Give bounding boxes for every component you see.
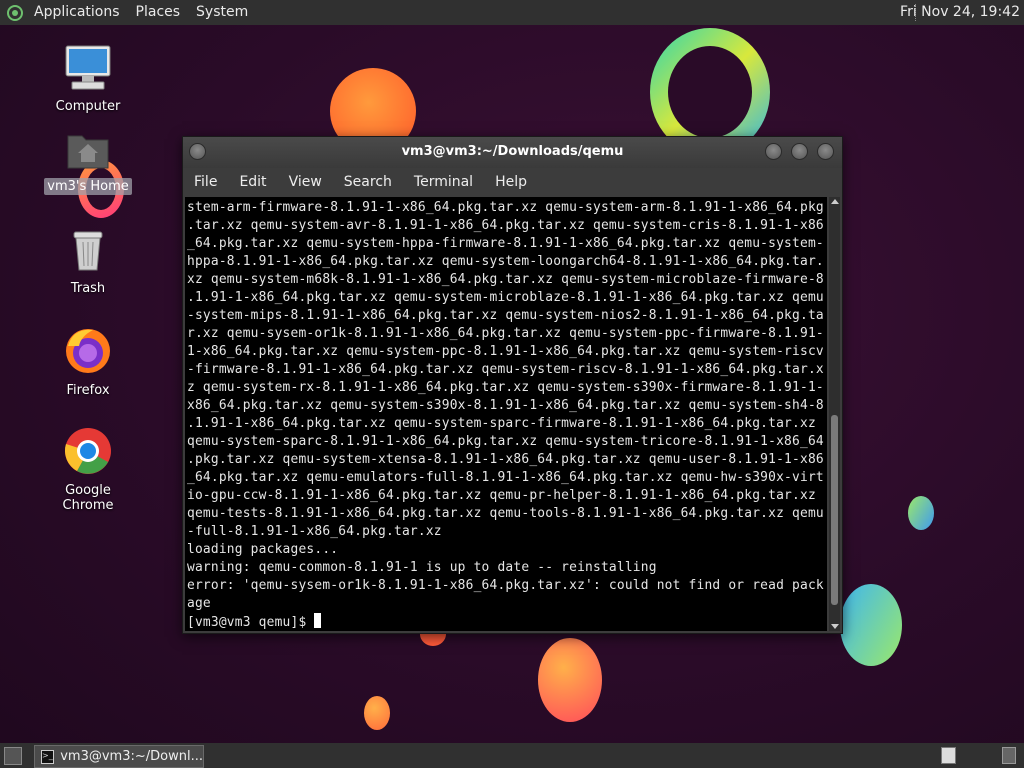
wallpaper-orange-egg <box>538 638 602 722</box>
window-titlebar[interactable]: vm3@vm3:~/Downloads/qemu <box>183 137 842 168</box>
menu-help[interactable]: Help <box>484 174 538 190</box>
menu-view[interactable]: View <box>278 174 333 190</box>
close-button[interactable] <box>817 143 834 160</box>
desktop-icon-home[interactable]: vm3's Home <box>38 128 138 195</box>
wallpaper-small-orange <box>364 696 390 730</box>
terminal-line: x86_64.pkg.tar.xz qemu-system-s390x-8.1.… <box>187 398 824 413</box>
menu-places[interactable]: Places <box>128 0 189 25</box>
menu-terminal[interactable]: Terminal <box>403 174 484 190</box>
terminal-line: age <box>187 596 211 611</box>
taskbar-label: vm3@vm3:~/Downl... <box>60 749 203 764</box>
desktop-icon-trash[interactable]: Trash <box>38 228 138 297</box>
firefox-icon <box>66 329 110 373</box>
menu-file[interactable]: File <box>183 174 228 190</box>
terminal-prompt: [vm3@vm3 qemu]$ <box>187 615 315 630</box>
terminal-scrollbar[interactable] <box>829 197 840 631</box>
terminal-line: -full-8.1.91-1-x86_64.pkg.tar.xz <box>187 524 442 539</box>
terminal-line: _64.pkg.tar.xz qemu-system-hppa-firmware… <box>187 236 824 251</box>
desktop-icon-label: Google Chrome <box>62 483 114 513</box>
terminal-line: qemu-system-sparc-8.1.91-1-x86_64.pkg.ta… <box>187 434 824 449</box>
terminal-line: warning: qemu-common-8.1.91-1 is up to d… <box>187 560 657 575</box>
bottom-panel: >_ vm3@vm3:~/Downl... <box>0 743 1024 768</box>
terminal-line: loading packages... <box>187 542 339 557</box>
workspace-switcher[interactable] <box>941 747 956 764</box>
scroll-down-arrow-icon[interactable] <box>831 624 839 629</box>
terminal-line: _64.pkg.tar.xz qemu-emulators-full-8.1.9… <box>187 470 824 485</box>
terminal-window[interactable]: vm3@vm3:~/Downloads/qemu File Edit View … <box>182 136 843 634</box>
terminal-cursor <box>314 613 322 628</box>
terminal-line: error: 'qemu-sysem-or1k-8.1.91-1-x86_64.… <box>187 578 824 593</box>
terminal-line: .pkg.tar.xz qemu-system-xtensa-8.1.91-1-… <box>187 452 824 467</box>
clock[interactable]: Fri Nov 24, 19:42 <box>900 0 1020 25</box>
wallpaper-small-blue <box>908 496 934 530</box>
terminal-line: qemu-tests-8.1.91-1-x86_64.pkg.tar.xz qe… <box>187 506 824 521</box>
terminal-line: .1.91-1-x86_64.pkg.tar.xz qemu-system-sp… <box>187 416 816 431</box>
terminal-output-area[interactable]: stem-arm-firmware-8.1.91-1-x86_64.pkg.ta… <box>185 197 827 631</box>
menu-system[interactable]: System <box>188 0 256 25</box>
desktop-icon-label: vm3's Home <box>44 178 132 195</box>
terminal-line: stem-arm-firmware-8.1.91-1-x86_64.pkg.ta… <box>187 200 824 215</box>
taskbar-terminal-button[interactable]: >_ vm3@vm3:~/Downl... <box>34 745 204 768</box>
desktop-icon-label: Computer <box>55 99 121 114</box>
terminal-line: -firmware-8.1.91-1-x86_64.pkg.tar.xz qem… <box>187 362 824 377</box>
desktop-icon-firefox[interactable]: Firefox <box>38 326 138 399</box>
terminal-line: z qemu-system-rx-8.1.91-1-x86_64.pkg.tar… <box>187 380 824 395</box>
minimize-button[interactable] <box>765 143 782 160</box>
terminal-line: io-gpu-ccw-8.1.91-1-x86_64.pkg.tar.xz qe… <box>187 488 816 503</box>
terminal-menubar: File Edit View Search Terminal Help <box>183 168 842 196</box>
chrome-icon <box>64 428 111 474</box>
desktop-icon-label: Trash <box>70 281 106 296</box>
computer-icon <box>65 45 111 90</box>
scroll-up-arrow-icon[interactable] <box>831 199 839 204</box>
terminal-line: hppa-8.1.91-1-x86_64.pkg.tar.xz qemu-sys… <box>187 254 824 269</box>
terminal-icon: >_ <box>41 749 55 764</box>
distro-logo-icon[interactable] <box>6 4 24 22</box>
terminal-line: -system-mips-8.1.91-1-x86_64.pkg.tar.xz … <box>187 308 824 323</box>
wallpaper-blue-green-egg <box>840 584 902 666</box>
trash-applet-icon[interactable] <box>1002 747 1016 764</box>
desktop-icon-computer[interactable]: Computer <box>38 44 138 115</box>
trash-icon <box>73 231 103 271</box>
terminal-line: 1-x86_64.pkg.tar.xz qemu-system-ppc-8.1.… <box>187 344 824 359</box>
terminal-line: r.xz qemu-sysem-or1k-8.1.91-1-x86_64.pkg… <box>187 326 824 341</box>
show-desktop-button[interactable] <box>4 747 22 765</box>
menu-applications[interactable]: Applications <box>26 0 128 25</box>
terminal-line: xz qemu-system-m68k-8.1.91-1-x86_64.pkg.… <box>187 272 824 287</box>
home-folder-icon <box>67 135 109 169</box>
menu-edit[interactable]: Edit <box>228 174 277 190</box>
maximize-button[interactable] <box>791 143 808 160</box>
top-panel: Applications Places System Fri Nov 24, 1… <box>0 0 1024 25</box>
terminal-output: stem-arm-firmware-8.1.91-1-x86_64.pkg.ta… <box>185 197 827 631</box>
terminal-line: .1.91-1-x86_64.pkg.tar.xz qemu-system-mi… <box>187 290 824 305</box>
desktop-icon-chrome[interactable]: Google Chrome <box>38 426 138 514</box>
window-title: vm3@vm3:~/Downloads/qemu <box>401 144 624 159</box>
scrollbar-thumb[interactable] <box>831 415 838 605</box>
desktop-icon-label: Firefox <box>66 383 110 398</box>
terminal-line: .tar.xz qemu-system-avr-8.1.91-1-x86_64.… <box>187 218 824 233</box>
menu-search[interactable]: Search <box>333 174 403 190</box>
